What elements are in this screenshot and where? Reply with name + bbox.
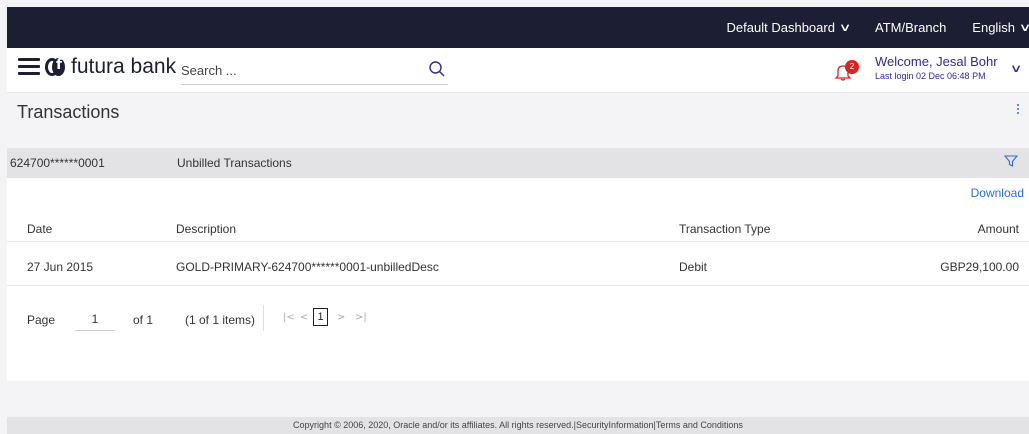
column-header-type: Transaction Type	[679, 222, 771, 236]
terms-link[interactable]: Terms and Conditions	[656, 420, 743, 430]
search-icon[interactable]	[428, 60, 446, 78]
user-menu[interactable]: Welcome, Jesal Bohr Last login 02 Dec 06…	[875, 54, 1022, 81]
download-link[interactable]: Download	[971, 186, 1024, 200]
more-options-icon[interactable]	[1015, 104, 1021, 116]
chevron-down-icon: ∨	[1019, 21, 1029, 34]
copyright-text: Copyright © 2006, 2020, Oracle and/or it…	[293, 420, 574, 430]
atm-branch-label: ATM/Branch	[875, 20, 947, 35]
transactions-card: 624700******0001 Unbilled Transactions D…	[7, 148, 1029, 381]
chevron-down-icon: ∨	[1009, 63, 1023, 75]
column-header-date: Date	[27, 222, 53, 236]
welcome-text: Welcome, Jesal Bohr	[875, 54, 998, 69]
last-page-icon[interactable]: >|	[355, 312, 367, 323]
items-count-label: (1 of 1 items)	[185, 313, 256, 327]
current-page-button[interactable]: 1	[313, 308, 328, 326]
security-information-link[interactable]: SecurityInformation	[576, 420, 654, 430]
chevron-down-icon: ∨	[838, 22, 852, 34]
page-label: Page	[27, 313, 56, 327]
brand-name: futura bank	[71, 55, 177, 78]
account-number: 624700******0001	[10, 156, 105, 170]
header: futura bank 2 Welcome, Jesal Bohr Last l…	[7, 48, 1029, 93]
top-bar: Default Dashboard ∨ ATM/Branch English ∨	[7, 7, 1029, 48]
table-header: Date Description Transaction Type Amount	[7, 214, 1029, 242]
search-box	[181, 58, 448, 85]
cell-date: 27 Jun 2015	[27, 260, 94, 274]
cell-amount: GBP29,100.00	[940, 260, 1019, 274]
language-dropdown[interactable]: English ∨	[972, 20, 1029, 35]
last-login-text: Last login 02 Dec 06:48 PM	[875, 71, 986, 81]
pager-divider	[263, 305, 264, 331]
column-header-description: Description	[176, 222, 237, 236]
language-label: English	[972, 20, 1015, 35]
card-header: 624700******0001 Unbilled Transactions	[7, 148, 1029, 178]
cell-type: Debit	[679, 260, 708, 274]
bank-logo-icon	[45, 56, 67, 78]
pagination: Page of 1 (1 of 1 items) |< < 1 > >|	[7, 303, 607, 333]
atm-branch-link[interactable]: ATM/Branch	[875, 20, 946, 35]
notification-button[interactable]: 2	[833, 60, 859, 82]
column-header-amount: Amount	[977, 222, 1019, 236]
footer: Copyright © 2006, 2020, Oracle and/or it…	[7, 417, 1029, 434]
page-of-label: of 1	[133, 313, 154, 327]
next-page-icon[interactable]: >	[337, 312, 345, 323]
table-row: 27 Jun 2015 GOLD-PRIMARY-624700******000…	[7, 252, 1029, 286]
default-dashboard-label: Default Dashboard	[726, 20, 835, 35]
default-dashboard-dropdown[interactable]: Default Dashboard ∨	[726, 20, 852, 35]
page-number-input[interactable]	[75, 307, 115, 331]
filter-icon[interactable]	[1004, 154, 1018, 168]
section-label: Unbilled Transactions	[177, 156, 292, 170]
notification-badge: 2	[845, 60, 859, 74]
cell-description: GOLD-PRIMARY-624700******0001-unbilledDe…	[176, 260, 439, 274]
menu-icon[interactable]	[18, 58, 40, 76]
prev-page-icon[interactable]: <	[300, 312, 308, 323]
search-input[interactable]	[181, 58, 411, 82]
logo[interactable]: futura bank	[45, 55, 176, 79]
page-title: Transactions	[17, 102, 120, 122]
first-page-icon[interactable]: |<	[283, 312, 295, 323]
